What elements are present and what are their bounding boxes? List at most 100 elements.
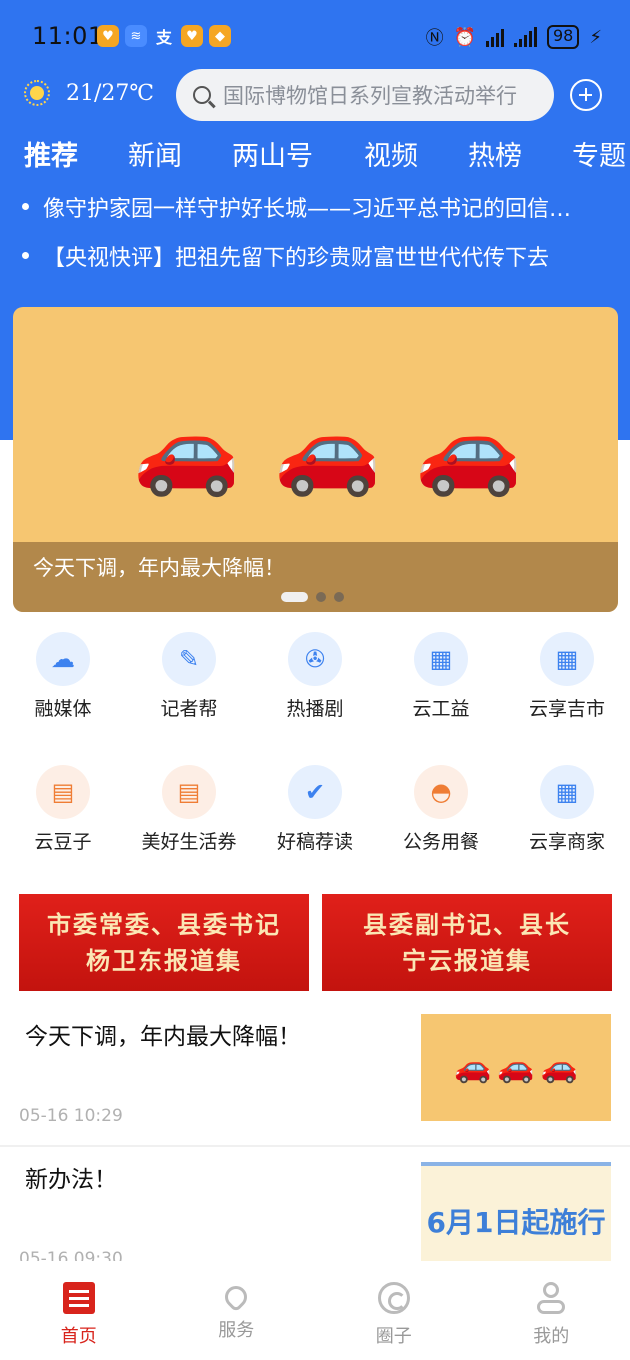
signal-icon xyxy=(486,27,504,47)
service-row: ▤ 云豆子 ▤ 美好生活券 ✔ 好稿荐读 ◓ 公务用餐 ▦ 云享商家 xyxy=(0,765,630,898)
promo-line: 县委副书记、县长 xyxy=(363,909,571,939)
promo-banners: 市委常委、县委书记 杨卫东报道集 县委副书记、县长 宁云报道集 xyxy=(19,894,612,991)
status-time: 11:01 xyxy=(32,22,104,50)
service-official-dining[interactable]: ◓ 公务用餐 xyxy=(378,765,504,898)
headline-item[interactable]: 像守护家园一样守护好长城——习近平总书记的回信… xyxy=(22,190,602,223)
store-icon: ▦ xyxy=(414,632,468,686)
news-thumbnail: 6月1日起施行 xyxy=(421,1162,611,1261)
car-icon: 🚗 xyxy=(274,400,382,500)
cloud-check-icon: ✔ xyxy=(288,765,342,819)
circle-icon xyxy=(377,1282,410,1314)
cloud-icon: ☁ xyxy=(36,632,90,686)
headline-item[interactable]: 【央视快评】把祖先留下的珍贵财富世世代代传下去 xyxy=(22,239,602,272)
search-bar[interactable]: 国际博物馆日系列宣教活动举行 xyxy=(176,69,554,121)
banner-image: 🚗 🚗 🚗 xyxy=(133,407,522,493)
bowl-icon: ◓ xyxy=(414,765,468,819)
heart-hands-icon xyxy=(220,1281,252,1313)
tab-hot[interactable]: 热榜 xyxy=(468,134,572,173)
nav-services[interactable]: 服务 xyxy=(158,1262,316,1360)
car-icon: 🚗 xyxy=(453,1050,492,1085)
service-label: 云享商家 xyxy=(528,831,605,853)
news-item[interactable]: 今天下调，年内最大降幅！ 05-16 10:29 🚗 🚗 🚗 xyxy=(0,1003,630,1147)
nav-label: 我的 xyxy=(533,1326,570,1347)
service-yundouzi[interactable]: ▤ 云豆子 xyxy=(0,765,126,898)
service-row: ☁ 融媒体 ✎ 记者帮 ✇ 热播剧 ▦ 云工益 ▦ 云享吉市 xyxy=(0,632,630,765)
service-label: 公务用餐 xyxy=(402,831,479,853)
service-label: 云豆子 xyxy=(34,831,92,853)
promo-line: 宁云报道集 xyxy=(402,945,532,975)
nav-home[interactable]: 首页 xyxy=(0,1262,158,1360)
promo-line: 市委常委、县委书记 xyxy=(47,909,281,939)
store-icon: ▦ xyxy=(540,632,594,686)
reporter-icon: ✎ xyxy=(162,632,216,686)
service-label: 融媒体 xyxy=(34,698,92,720)
bullet-icon xyxy=(22,252,29,259)
tab-liangshan[interactable]: 两山号 xyxy=(232,134,364,173)
carousel-banner[interactable]: 🚗 🚗 🚗 今天下调，年内最大降幅！ xyxy=(13,307,618,612)
headline-text: 【央视快评】把祖先留下的珍贵财富世世代代传下去 xyxy=(43,245,550,271)
service-recommended-reading[interactable]: ✔ 好稿荐读 xyxy=(252,765,378,898)
audio-app-icon: ≋ xyxy=(125,25,147,47)
store-icon: ▦ xyxy=(540,765,594,819)
nav-circle[interactable]: 圈子 xyxy=(315,1262,473,1360)
nav-label: 圈子 xyxy=(375,1326,412,1347)
car-icon: 🚗 xyxy=(497,1050,535,1085)
service-label: 云享吉市 xyxy=(528,698,605,720)
tab-video[interactable]: 视频 xyxy=(364,134,468,173)
channel-tabs: 推荐 新闻 两山号 视频 热榜 专题 xyxy=(24,134,626,173)
heart-app-icon: ♥ xyxy=(97,25,119,47)
nav-profile[interactable]: 我的 xyxy=(473,1262,630,1360)
service-label: 云工益 xyxy=(412,698,470,720)
promo-banner[interactable]: 市委常委、县委书记 杨卫东报道集 xyxy=(19,894,309,991)
service-drama[interactable]: ✇ 热播剧 xyxy=(252,632,378,765)
news-date: 05-16 09:30 xyxy=(19,1249,123,1261)
service-rongmeiti[interactable]: ☁ 融媒体 xyxy=(0,632,126,765)
news-title: 今天下调，年内最大降幅！ xyxy=(25,1024,301,1050)
signal-icon xyxy=(514,27,537,47)
carousel-dot-active[interactable] xyxy=(281,592,308,602)
bottom-navigation: 首页 服务 圈子 我的 xyxy=(0,1262,630,1360)
system-status-icons: Ⓝ ⏰ 98 ⚡ xyxy=(426,24,602,50)
ticket-icon: ▤ xyxy=(36,765,90,819)
service-label: 热播剧 xyxy=(286,698,344,720)
alipay-icon: 支 xyxy=(155,28,172,47)
service-yungongyi[interactable]: ▦ 云工益 xyxy=(378,632,504,765)
alarm-icon: ⏰ xyxy=(453,26,476,48)
battery-level: 98 xyxy=(547,25,580,49)
service-merchants[interactable]: ▦ 云享商家 xyxy=(504,765,630,898)
car-icon: 🚗 xyxy=(415,400,523,500)
news-item[interactable]: 新办法！ 05-16 09:30 6月1日起施行 xyxy=(0,1146,630,1261)
service-yunxiangjishi[interactable]: ▦ 云享吉市 xyxy=(504,632,630,765)
heart-app-icon: ♥ xyxy=(181,25,203,47)
news-title: 新办法！ xyxy=(25,1167,117,1193)
carousel-indicator xyxy=(281,592,344,602)
home-icon xyxy=(62,1282,95,1314)
service-coupon[interactable]: ▤ 美好生活券 xyxy=(126,765,252,898)
weather-widget[interactable]: 21/27℃ xyxy=(24,80,154,106)
carousel-dot[interactable] xyxy=(334,592,344,602)
car-icon: 🚗 xyxy=(133,400,241,500)
tab-recommend[interactable]: 推荐 xyxy=(24,134,128,173)
service-label: 美好生活券 xyxy=(141,831,237,853)
nav-label: 首页 xyxy=(60,1326,97,1347)
user-icon xyxy=(535,1282,567,1314)
charging-icon: ⚡ xyxy=(589,26,602,48)
sun-icon xyxy=(24,80,50,106)
promo-banner[interactable]: 县委副书记、县长 宁云报道集 xyxy=(322,894,612,991)
status-bar: 11:01 ♥ ≋ 支 ♥ ◆ Ⓝ ⏰ 98 ⚡ xyxy=(0,0,630,70)
headline-text: 像守护家园一样守护好长城——习近平总书记的回信… xyxy=(43,196,572,222)
chat-app-icon: ◆ xyxy=(209,25,231,47)
add-icon[interactable] xyxy=(570,79,602,111)
bullet-icon xyxy=(22,203,29,210)
banner-caption: 今天下调，年内最大降幅！ xyxy=(33,556,285,580)
tab-topics[interactable]: 专题 xyxy=(572,134,626,173)
temperature: 21/27℃ xyxy=(66,80,155,106)
ticket-icon: ▤ xyxy=(162,765,216,819)
carousel-dot[interactable] xyxy=(316,592,326,602)
car-icon: 🚗 xyxy=(540,1050,579,1085)
service-grid: ☁ 融媒体 ✎ 记者帮 ✇ 热播剧 ▦ 云工益 ▦ 云享吉市 ▤ 云豆子 ▤ 美… xyxy=(0,632,630,898)
nfc-icon: Ⓝ xyxy=(425,28,444,49)
service-label: 记者帮 xyxy=(160,698,218,720)
service-reporter[interactable]: ✎ 记者帮 xyxy=(126,632,252,765)
tab-news[interactable]: 新闻 xyxy=(128,134,232,173)
